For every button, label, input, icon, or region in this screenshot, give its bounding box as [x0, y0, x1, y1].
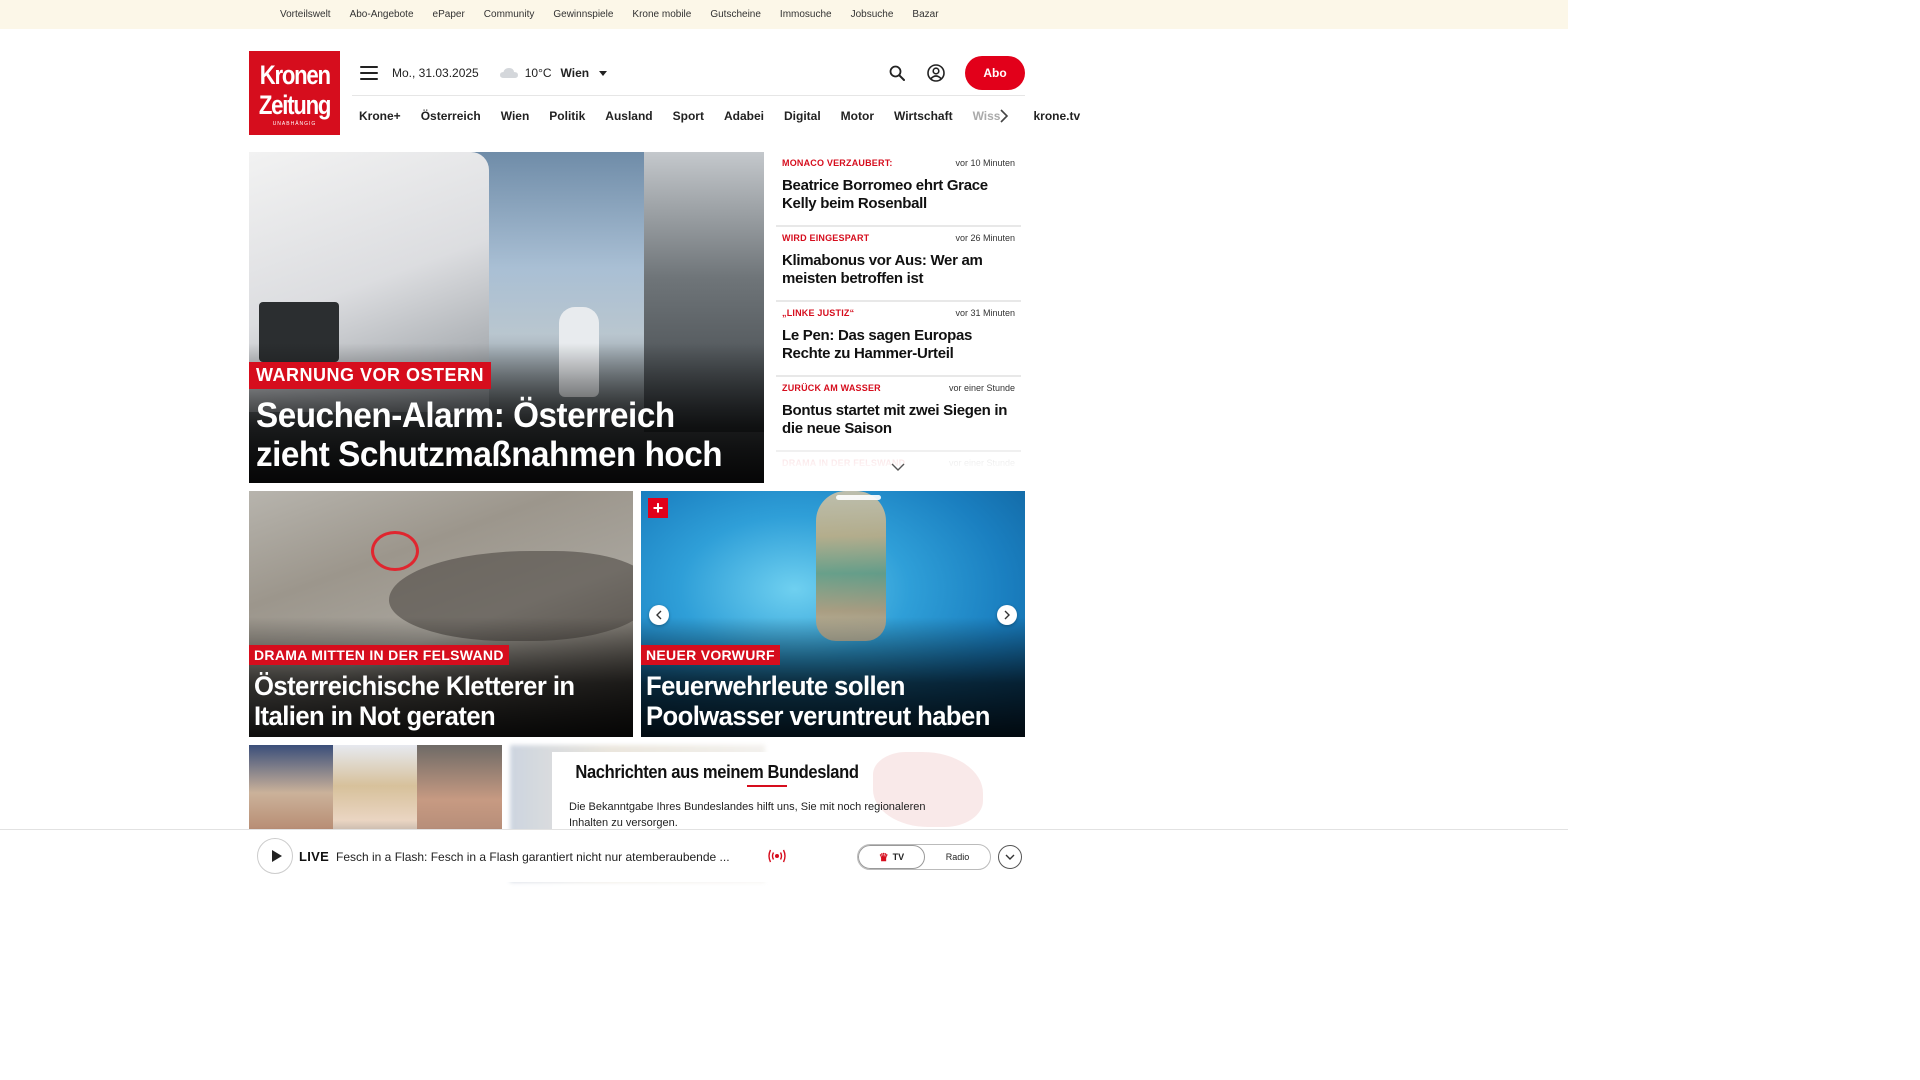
play-button[interactable]: [257, 838, 293, 874]
krone-tv-link[interactable]: krone.tv: [1033, 109, 1080, 123]
news-timestamp: vor einer Stunde: [948, 383, 1015, 393]
nav-item[interactable]: Wien: [501, 109, 530, 123]
nav-item[interactable]: Österreich: [421, 109, 481, 123]
broadcast-icon[interactable]: [767, 849, 787, 863]
chevron-left-icon[interactable]: [649, 605, 669, 625]
nav-item[interactable]: Wiss: [973, 109, 1001, 123]
news-meta: WIRD EINGESPART vor 26 Minuten: [782, 231, 1015, 245]
news-kicker: MONACO VERZAUBERT:: [782, 158, 893, 168]
news-title[interactable]: Le Pen: Das sagen Europas Rechte zu Hamm…: [782, 327, 1015, 363]
news-kicker: „LINKE JUSTIZ“: [782, 308, 855, 318]
tv-toggle[interactable]: ♛ TV: [858, 845, 925, 869]
news-title[interactable]: Klimabonus vor Aus: Wer am meisten betro…: [782, 252, 1015, 288]
utility-link[interactable]: Gewinnspiele: [553, 9, 632, 20]
nav-item[interactable]: Motor: [841, 109, 874, 123]
tile-title[interactable]: Österreichische Kletterer in Italien in …: [254, 671, 611, 731]
utility-link[interactable]: Abo-Angebote: [350, 9, 433, 20]
chevron-down-icon[interactable]: [599, 70, 608, 76]
logo-tagline: UNABHÄNGIG: [272, 120, 317, 127]
radio-label: Radio: [945, 852, 970, 862]
news-title[interactable]: Beatrice Borromeo ehrt Grace Kelly beim …: [782, 177, 1015, 213]
article-tile[interactable]: DRAMA MITTEN IN DER FELSWAND Österreichi…: [249, 491, 633, 737]
nav-item[interactable]: Wirtschaft: [894, 109, 953, 123]
live-label: LIVE: [299, 849, 330, 864]
news-list-item[interactable]: „LINKE JUSTIZ“ vor 31 Minuten Le Pen: Das …: [776, 302, 1021, 377]
chevron-down-icon[interactable]: [998, 845, 1022, 869]
tile-kicker: DRAMA MITTEN IN DER FELSWAND: [249, 645, 509, 665]
tv-radio-switch: ♛ TV Radio: [857, 844, 991, 870]
chevron-right-icon[interactable]: [997, 605, 1017, 625]
main-navigation: Krone+ Österreich Wien Politik Ausland Sport A…: [352, 95, 1080, 135]
news-list-item[interactable]: WIRD EINGESPART vor 26 Minuten Klimabonus …: [776, 227, 1021, 302]
plus-badge: +: [648, 498, 668, 518]
crown-icon: ♛: [878, 851, 889, 864]
utility-link[interactable]: Bazar: [912, 9, 957, 20]
header-bar: Mo., 31.03.2025 10°C Wien Abo: [360, 55, 1025, 91]
logo-line-2: Zeitung: [258, 89, 332, 120]
weather-city[interactable]: Wien: [561, 66, 590, 80]
chevron-down-icon[interactable]: [891, 462, 905, 472]
news-kicker: WIRD EINGESPART: [782, 233, 870, 243]
utility-link[interactable]: Immosuche: [780, 9, 851, 20]
live-title[interactable]: Fesch in a Flash: Fesch in a Flash garan…: [336, 850, 761, 864]
hero-article[interactable]: WARNUNG VOR OSTERN Seuchen-Alarm: Österr…: [249, 152, 764, 483]
tv-label: TV: [892, 852, 905, 862]
search-icon[interactable]: [887, 63, 907, 83]
live-player-bar: LIVE Fesch in a Flash: Fesch in a Flash …: [0, 829, 1568, 882]
utility-link[interactable]: Vorteilswelt: [280, 9, 350, 20]
header-actions: Abo: [887, 56, 1025, 90]
title-underline: [747, 785, 787, 787]
brand-logo[interactable]: Kronen Zeitung UNABHÄNGIG: [249, 51, 340, 135]
tile-title[interactable]: Feuerwehrleute sollen Poolwasser veruntr…: [646, 671, 1003, 731]
highlight-circle: [371, 531, 419, 571]
news-timestamp: vor 31 Minuten: [955, 308, 1015, 318]
news-meta: „LINKE JUSTIZ“ vor 31 Minuten: [782, 306, 1015, 320]
nav-item[interactable]: Adabei: [724, 109, 764, 123]
current-date: Mo., 31.03.2025: [392, 66, 479, 80]
nav-item[interactable]: Krone+: [359, 109, 401, 123]
utility-links: Vorteilswelt Abo-Angebote ePaper Community G…: [280, 9, 958, 20]
hero-title[interactable]: Seuchen-Alarm: Österreich zieht Schutzma…: [256, 396, 731, 474]
account-icon[interactable]: [926, 63, 946, 83]
news-meta: MONACO VERZAUBERT: vor 10 Minuten: [782, 156, 1015, 170]
menu-icon[interactable]: [360, 66, 378, 80]
utility-bar: Vorteilswelt Abo-Angebote ePaper Community G…: [0, 0, 1568, 29]
radio-toggle[interactable]: Radio: [925, 845, 990, 869]
abo-button[interactable]: Abo: [965, 56, 1025, 90]
utility-link[interactable]: Krone mobile: [632, 9, 710, 20]
latest-news-list: MONACO VERZAUBERT: vor 10 Minuten Beatrice…: [776, 152, 1021, 472]
carousel-indicator: [836, 495, 881, 500]
news-timestamp: vor 10 Minuten: [955, 158, 1015, 168]
nav-items: Krone+ Österreich Wien Politik Ausland Sport A…: [352, 109, 1013, 123]
bundesland-text: Die Bekanntgabe Ihres Bundeslandes hilft…: [569, 801, 926, 829]
chevron-right-icon[interactable]: [999, 108, 1009, 124]
article-tile[interactable]: + NEUER VORWURF Feuerwehrleute sollen Po…: [641, 491, 1025, 737]
nav-item[interactable]: Sport: [673, 109, 704, 123]
news-list-item[interactable]: MONACO VERZAUBERT: vor 10 Minuten Beatrice…: [776, 152, 1021, 227]
utility-link[interactable]: ePaper: [433, 9, 484, 20]
news-timestamp: vor 26 Minuten: [955, 233, 1015, 243]
news-meta: ZURÜCK AM WASSER vor einer Stunde: [782, 381, 1015, 395]
nav-item[interactable]: Politik: [549, 109, 585, 123]
news-kicker: ZURÜCK AM WASSER: [782, 383, 881, 393]
utility-link[interactable]: Jobsuche: [851, 9, 913, 20]
cloud-icon: [499, 68, 518, 78]
temperature: 10°C: [524, 66, 552, 80]
play-icon: [271, 850, 282, 862]
nav-item[interactable]: Ausland: [605, 109, 652, 123]
bundesland-title: Nachrichten aus meinem Bundesland: [575, 762, 859, 782]
hero-kicker: WARNUNG VOR OSTERN: [249, 362, 492, 389]
tile-kicker: NEUER VORWURF: [641, 645, 780, 665]
utility-link[interactable]: Gutscheine: [710, 9, 780, 20]
logo-line-1: Kronen: [259, 59, 330, 90]
list-fade: [776, 440, 1021, 480]
nav-item[interactable]: Digital: [784, 109, 821, 123]
news-title[interactable]: Bontus startet mit zwei Siegen in die ne…: [782, 402, 1015, 438]
utility-link[interactable]: Community: [484, 9, 554, 20]
